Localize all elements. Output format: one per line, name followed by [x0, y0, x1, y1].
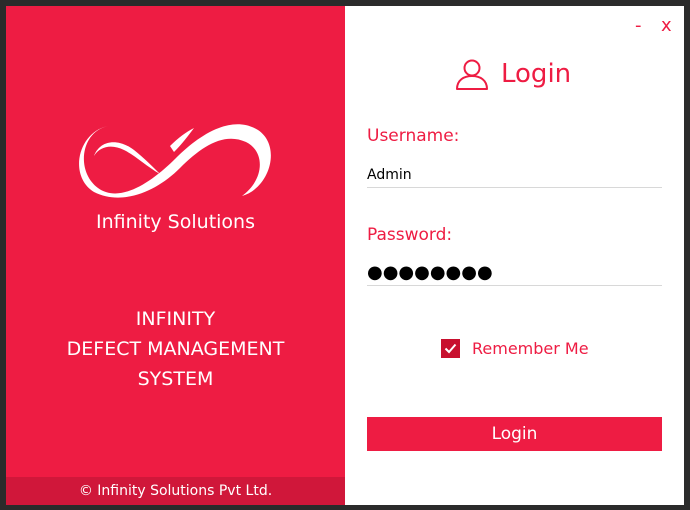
login-title: Login [501, 59, 572, 89]
username-input[interactable] [367, 162, 662, 188]
company-name: Infinity Solutions [96, 211, 255, 233]
login-window: Infinity Solutions INFINITY DEFECT MANAG… [6, 6, 684, 505]
close-button[interactable]: x [661, 14, 672, 38]
checkmark-icon [444, 343, 457, 353]
login-header: Login [455, 56, 571, 92]
infinity-logo-icon [79, 124, 271, 198]
password-label: Password: [367, 225, 453, 245]
username-label: Username: [367, 126, 460, 146]
user-icon [456, 59, 488, 90]
login-panel: - x Login Username: Password: Remember M… [345, 6, 684, 505]
system-title-line-1: INFINITY [135, 308, 216, 330]
copyright-footer: © Infinity Solutions Pvt Ltd. [6, 477, 345, 505]
remember-me-label: Remember Me [472, 338, 589, 358]
remember-me-toggle[interactable]: Remember Me [441, 337, 589, 359]
branding-panel: Infinity Solutions INFINITY DEFECT MANAG… [6, 6, 345, 505]
minimize-button[interactable]: - [635, 14, 642, 38]
system-title: INFINITY DEFECT MANAGEMENT SYSTEM [6, 304, 345, 394]
system-title-line-3: SYSTEM [137, 368, 214, 390]
password-input[interactable] [367, 260, 662, 286]
login-button[interactable]: Login [367, 417, 662, 451]
system-title-line-2: DEFECT MANAGEMENT [66, 338, 285, 360]
remember-me-checkbox[interactable] [441, 338, 460, 358]
